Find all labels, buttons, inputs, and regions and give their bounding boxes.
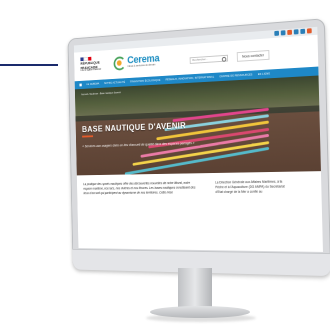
nav-item[interactable]: EN LIGNE	[258, 72, 270, 76]
social-icon[interactable]	[294, 29, 299, 34]
cerema-logo[interactable]: Cerema Climat & territoires de demain	[113, 52, 159, 70]
monitor-stand-neck	[178, 268, 212, 310]
social-icon[interactable]	[274, 31, 279, 36]
social-icon[interactable]	[281, 30, 286, 35]
monitor: RÉPUBLIQUE FRANÇAISE Liberté Égalité Fra…	[68, 18, 330, 276]
cerema-logo-icon	[113, 54, 125, 69]
search-placeholder: Rechercher...	[192, 57, 207, 62]
social-icon[interactable]	[307, 28, 312, 33]
nav-item[interactable]: CENTRE DE RESSOURCES	[219, 73, 252, 78]
decorative-line	[0, 64, 58, 66]
nav-item[interactable]: TRANSITION ÉCOLOGIQUE	[130, 79, 161, 84]
screen: RÉPUBLIQUE FRANÇAISE Liberté Égalité Fra…	[74, 27, 323, 252]
gov-motto: Liberté Égalité Fraternité	[81, 68, 108, 72]
nav-item[interactable]: RÉSEAUX, INNOVATION, INTERNATIONAL	[166, 76, 215, 82]
hero-banner: Accueil › Nautisme › Base nautique d'ave…	[75, 76, 321, 176]
contact-button[interactable]: Nous contacter	[237, 50, 270, 62]
nav-item[interactable]: LE CEREMA	[86, 83, 99, 86]
search-input[interactable]: Rechercher...	[190, 55, 228, 64]
content-area: La pratique des sports nautiques offre d…	[77, 171, 323, 231]
nav-item[interactable]: NOTRE ACTUALITÉ	[104, 81, 125, 85]
intro-paragraph: La pratique des sports nautiques offre d…	[83, 181, 198, 196]
monitor-stand-base	[150, 306, 250, 318]
gov-logo[interactable]: RÉPUBLIQUE FRANÇAISE Liberté Égalité Fra…	[80, 56, 107, 79]
social-icon[interactable]	[287, 30, 292, 35]
side-paragraph: La Direction Générale aux Affaires Marit…	[215, 180, 291, 195]
search-icon[interactable]	[222, 57, 227, 62]
home-icon[interactable]	[79, 84, 81, 87]
social-icon[interactable]	[300, 29, 305, 34]
